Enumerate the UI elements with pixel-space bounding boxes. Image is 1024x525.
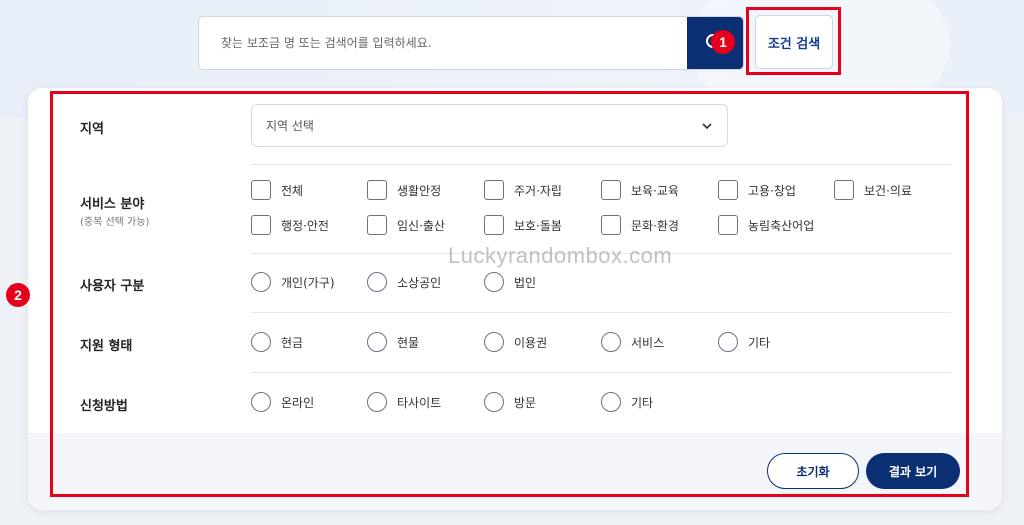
search-input[interactable]	[199, 17, 689, 69]
search-bar	[198, 16, 744, 70]
annotation-marker-2: 2	[6, 283, 30, 307]
annotation-marker-1: 1	[711, 30, 735, 54]
annotation-box-1	[746, 7, 841, 75]
annotation-box-2	[50, 91, 969, 497]
